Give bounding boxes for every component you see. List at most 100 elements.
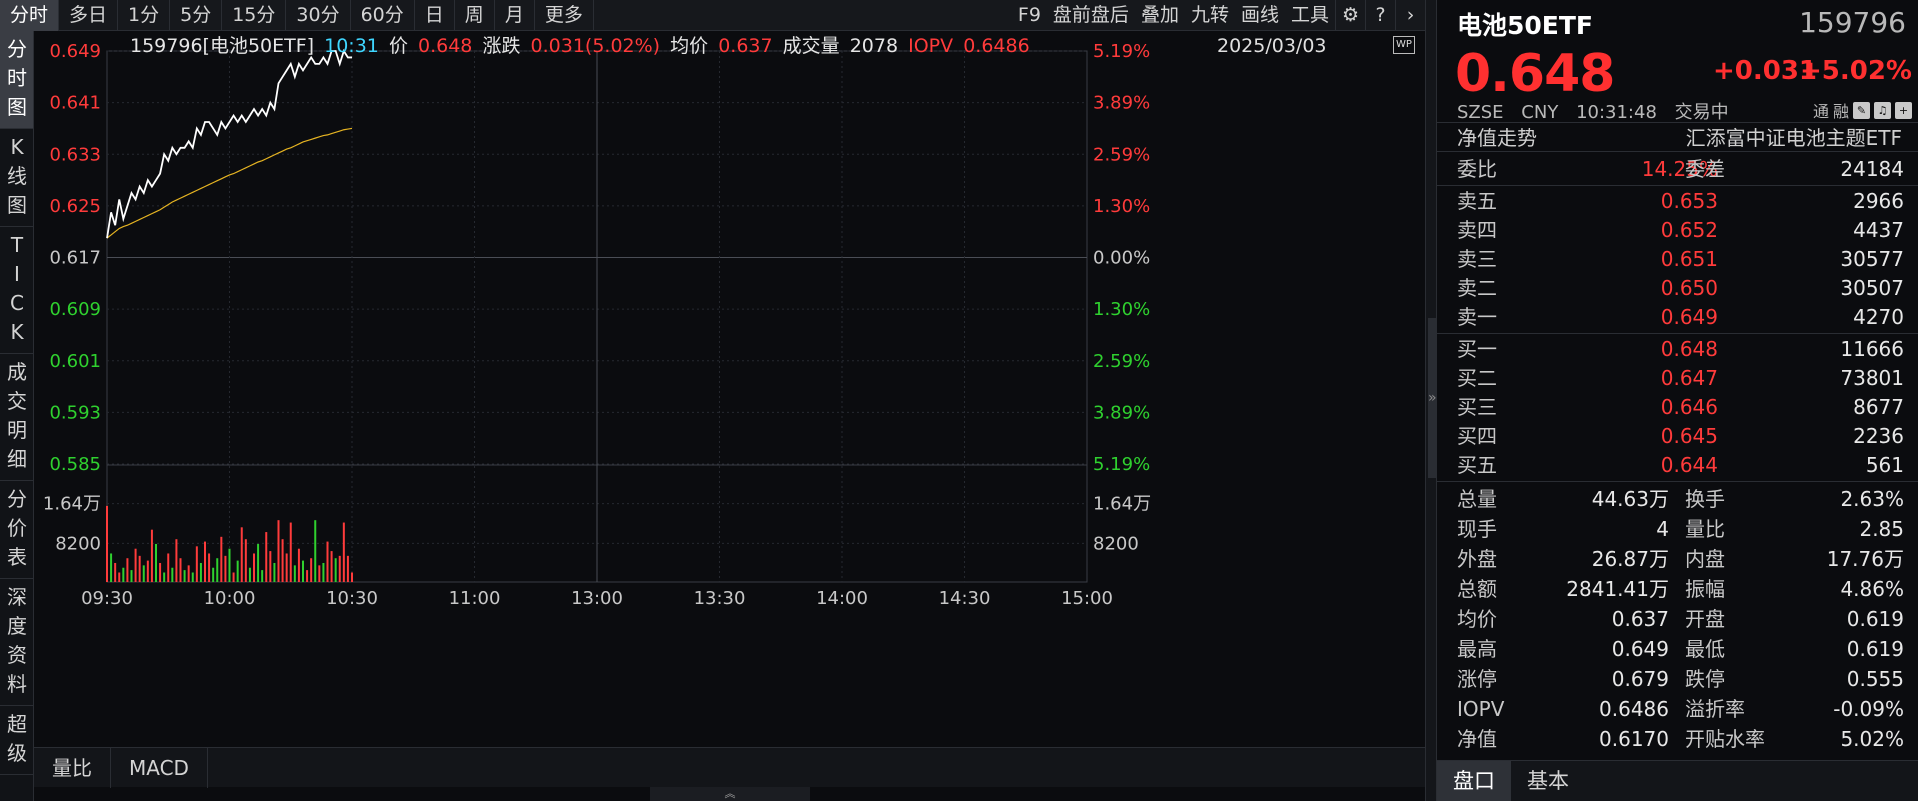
- ask-label: 卖三: [1457, 247, 1497, 271]
- collapse-panel-icon[interactable]: »: [1428, 318, 1437, 478]
- ask-row[interactable]: 卖一 0.649 4270: [1437, 303, 1918, 331]
- tab-multi-day[interactable]: 多日: [59, 0, 119, 31]
- f9-button[interactable]: F9: [1012, 0, 1047, 31]
- ask-row[interactable]: 卖三 0.651 30577: [1437, 245, 1918, 273]
- vtab-super[interactable]: 超 级: [0, 706, 33, 775]
- ask-row[interactable]: 卖二 0.650 30507: [1437, 274, 1918, 302]
- period-toolbar: 分时 多日 1分 5分 15分 30分 60分 日 周 月 更多 F9 盘前盘后…: [0, 0, 1425, 31]
- stat-label: 内盘: [1685, 547, 1725, 571]
- header-iopv: 0.6486: [963, 35, 1030, 57]
- stat-value: 0.6170: [1599, 727, 1669, 751]
- gear-icon[interactable]: ⚙: [1335, 0, 1365, 31]
- price-tick-label: 0.617: [49, 248, 101, 269]
- stat-value: 0.555: [1846, 667, 1904, 691]
- bid-price: 0.646: [1660, 395, 1718, 419]
- stat-label: 总额: [1457, 577, 1497, 601]
- tab-more[interactable]: 更多: [535, 0, 594, 31]
- ask-label: 卖一: [1457, 305, 1497, 329]
- price-tick-label: 0.633: [49, 144, 101, 165]
- bid-row[interactable]: 买三 0.646 8677: [1437, 393, 1918, 421]
- ask-row[interactable]: 卖四 0.652 4437: [1437, 216, 1918, 244]
- price-tick-label: 0.641: [49, 93, 101, 114]
- bell-icon[interactable]: ♫: [1874, 101, 1891, 119]
- pct-tick-label: 3.89%: [1093, 93, 1150, 114]
- stat-label: 涨停: [1457, 667, 1497, 691]
- tab-15min[interactable]: 15分: [222, 0, 287, 31]
- header-avg-label: 均价: [670, 35, 709, 57]
- pct-tick-label: 2.59%: [1093, 351, 1150, 372]
- tab-5min[interactable]: 5分: [170, 0, 223, 31]
- tab-30min[interactable]: 30分: [286, 0, 351, 31]
- bid-price: 0.644: [1660, 453, 1718, 477]
- header-price-label: 价: [388, 35, 408, 57]
- stat-value: 26.87万: [1591, 547, 1669, 571]
- header-time: 10:31: [324, 35, 379, 57]
- stat-value: 5.02%: [1840, 727, 1904, 751]
- stat-row: 外盘 26.87万 内盘 17.76万: [1437, 544, 1918, 574]
- chevron-right-icon[interactable]: ›: [1395, 0, 1425, 31]
- tab-basic-info[interactable]: 基本: [1511, 761, 1585, 801]
- header-iopv-label: IOPV: [908, 35, 954, 57]
- header-date: 2025/03/03: [1217, 35, 1327, 57]
- tab-week[interactable]: 周: [455, 0, 495, 31]
- tab-volume-ratio[interactable]: 量比: [34, 748, 111, 788]
- diff-label: 委差: [1685, 157, 1725, 181]
- tab-month[interactable]: 月: [495, 0, 535, 31]
- overlay-button[interactable]: 叠加: [1135, 0, 1185, 31]
- tab-1min[interactable]: 1分: [118, 0, 171, 31]
- flag-connect: 通: [1812, 102, 1829, 121]
- volume-tick-label: 8200: [1093, 533, 1139, 554]
- tools-button[interactable]: 工具: [1285, 0, 1335, 31]
- stat-value: 0.619: [1846, 607, 1904, 631]
- vtab-kline-chart[interactable]: K 线 图: [0, 129, 33, 227]
- nav-trend-link[interactable]: 净值走势: [1457, 123, 1537, 153]
- wp-icon[interactable]: WP: [1393, 36, 1415, 54]
- stat-value: 4.86%: [1840, 577, 1904, 601]
- vtab-trade-details[interactable]: 成 交 明 细: [0, 354, 33, 481]
- vtab-intraday-chart[interactable]: 分 时 图: [0, 31, 33, 129]
- stat-label: IOPV: [1457, 697, 1505, 721]
- bid-label: 买四: [1457, 424, 1497, 448]
- bid-price: 0.648: [1660, 337, 1718, 361]
- volume-tick-label: 8200: [55, 533, 101, 554]
- vtab-price-table[interactable]: 分 价 表: [0, 481, 33, 579]
- stat-value: 4: [1656, 517, 1669, 541]
- help-icon[interactable]: ?: [1365, 0, 1395, 31]
- separator: [1437, 333, 1918, 334]
- bid-row[interactable]: 买五 0.644 561: [1437, 451, 1918, 479]
- vtab-tick[interactable]: T I C K: [0, 227, 33, 354]
- tab-intraday[interactable]: 分时: [0, 0, 60, 31]
- bid-row[interactable]: 买一 0.648 11666: [1437, 335, 1918, 363]
- quote-flags: 通 融 ✎ ♫ +: [1813, 98, 1912, 122]
- stat-row: 净值 0.6170 开贴水率 5.02%: [1437, 724, 1918, 754]
- add-icon[interactable]: +: [1895, 101, 1912, 119]
- tab-60min[interactable]: 60分: [351, 0, 415, 31]
- quote-panel: 电池50ETF 159796 0.648 +0.031 +5.02% SZSE …: [1437, 0, 1918, 801]
- ask-volume: 4270: [1853, 305, 1904, 329]
- bid-row[interactable]: 买四 0.645 2236: [1437, 422, 1918, 450]
- stat-label: 外盘: [1457, 547, 1497, 571]
- currency: CNY: [1521, 102, 1559, 123]
- stat-label: 开盘: [1685, 607, 1725, 631]
- draw-line-button[interactable]: 画线: [1235, 0, 1285, 31]
- ask-row[interactable]: 卖五 0.653 2966: [1437, 187, 1918, 215]
- trade-status: 交易中: [1674, 102, 1729, 123]
- pre-post-market-button[interactable]: 盘前盘后: [1047, 0, 1135, 31]
- tab-order-book[interactable]: 盘口: [1437, 761, 1511, 801]
- expand-up-icon[interactable]: ︽: [650, 787, 810, 801]
- nine-turn-button[interactable]: 九转: [1185, 0, 1235, 31]
- vtab-depth-info[interactable]: 深 度 资 料: [0, 579, 33, 706]
- edit-icon[interactable]: ✎: [1853, 101, 1870, 119]
- last-price: 0.648: [1455, 44, 1615, 104]
- stat-label: 最低: [1685, 637, 1725, 661]
- stat-value: 0.637: [1611, 607, 1669, 631]
- header-volume-label: 成交量: [782, 35, 840, 57]
- tab-day[interactable]: 日: [415, 0, 455, 31]
- stat-row: 现手 4 量比 2.85: [1437, 514, 1918, 544]
- diff-value: 24184: [1840, 157, 1904, 181]
- time-tick-label: 10:00: [204, 588, 256, 609]
- time-tick-label: 09:30: [81, 588, 133, 609]
- bid-row[interactable]: 买二 0.647 73801: [1437, 364, 1918, 392]
- tab-macd[interactable]: MACD: [111, 748, 208, 788]
- intraday-chart[interactable]: 0.649 5.19%0.641 3.89%0.633 2.59%0.625 1.30%…: [34, 31, 1425, 747]
